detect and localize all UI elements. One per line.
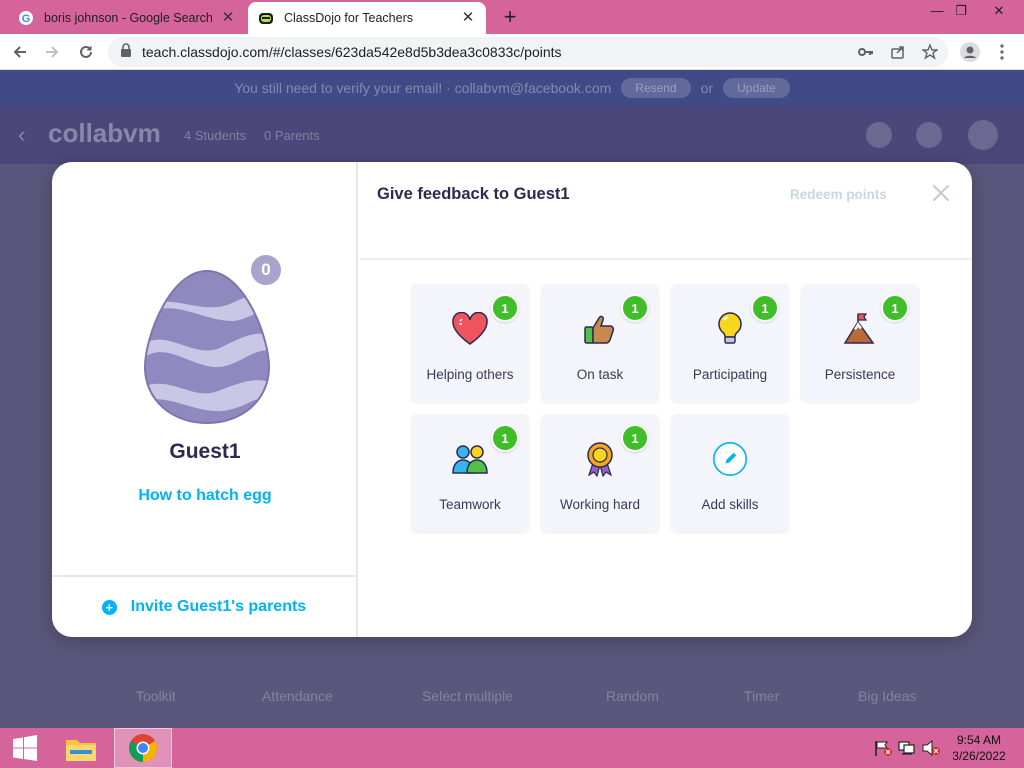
window-close-button[interactable]: ✕ xyxy=(984,0,1014,22)
classdojo-icon xyxy=(258,10,274,26)
student-name: Guest1 xyxy=(169,440,241,463)
reload-icon[interactable] xyxy=(74,40,98,64)
tab-classdojo[interactable]: ClassDojo for Teachers ✕ xyxy=(248,2,486,34)
skill-count-badge: 1 xyxy=(491,424,519,452)
timer-button[interactable]: Timer xyxy=(744,688,779,704)
chrome-icon[interactable] xyxy=(114,728,172,768)
lightbulb-icon xyxy=(712,311,748,347)
invite-parents-button[interactable]: + Invite Guest1's parents xyxy=(52,575,356,637)
skill-label: Helping others xyxy=(426,367,514,382)
key-icon[interactable] xyxy=(858,44,874,60)
browser-toolbar: teach.classdojo.com/#/classes/623da542e8… xyxy=(0,34,1024,70)
file-explorer-icon[interactable] xyxy=(52,728,110,768)
new-tab-button[interactable]: + xyxy=(498,6,522,30)
mountain-flag-icon xyxy=(842,311,878,347)
feedback-title: Give feedback to Guest1 xyxy=(377,185,570,203)
skill-count-badge: 1 xyxy=(881,294,909,322)
invite-parents-label: Invite Guest1's parents xyxy=(130,598,307,615)
skill-label: Working hard xyxy=(559,497,641,512)
award-ribbon-icon xyxy=(582,441,618,477)
big-ideas-button[interactable]: Big Ideas xyxy=(858,688,916,704)
points-badge: 0 xyxy=(248,252,284,288)
help-icon[interactable] xyxy=(916,122,942,148)
profile-avatar-icon[interactable] xyxy=(958,40,982,64)
skill-on-task[interactable]: 1 On task xyxy=(541,284,659,402)
select-multiple-button[interactable]: Select multiple xyxy=(422,688,513,704)
plus-circle-icon: + xyxy=(101,599,117,615)
skill-label: On task xyxy=(576,367,624,382)
skill-participating[interactable]: 1 Participating xyxy=(671,284,789,402)
tab-close-icon[interactable]: ✕ xyxy=(220,10,236,26)
tab-close-icon[interactable]: ✕ xyxy=(460,10,476,26)
redeem-points-button[interactable]: Redeem points xyxy=(790,187,887,202)
clock-time: 9:54 AM xyxy=(956,733,1002,747)
attendance-button[interactable]: Attendance xyxy=(262,688,333,704)
random-button[interactable]: Random xyxy=(606,688,659,704)
class-name: collabvm xyxy=(48,118,161,148)
volume-muted-icon[interactable] xyxy=(922,739,940,757)
user-avatar[interactable] xyxy=(968,120,998,150)
window-restore-button[interactable]: ❐ xyxy=(946,0,976,22)
pencil-icon xyxy=(712,441,748,477)
windows-taskbar: 9:54 AM 3/26/2022 xyxy=(0,728,1024,768)
skill-working-hard[interactable]: 1 Working hard xyxy=(541,414,659,532)
students-count[interactable]: 4 Students xyxy=(184,128,246,143)
back-chevron-icon[interactable]: ‹ xyxy=(18,122,25,148)
student-panel: 0 Guest1 How to hatch egg + Invite Guest… xyxy=(52,162,358,637)
clock-date: 3/26/2022 xyxy=(952,749,1006,763)
skill-count-badge: 1 xyxy=(621,294,649,322)
teamwork-icon xyxy=(452,441,488,477)
how-to-hatch-egg-link[interactable]: How to hatch egg xyxy=(52,487,358,505)
skill-count-badge: 1 xyxy=(491,294,519,322)
close-icon[interactable] xyxy=(930,182,952,204)
skill-label: Teamwork xyxy=(439,497,501,512)
add-skills-button[interactable]: Add skills xyxy=(671,414,789,532)
share-icon[interactable] xyxy=(890,44,906,60)
toolkit-button[interactable]: Toolkit xyxy=(136,688,176,704)
feedback-modal: 0 Guest1 How to hatch egg + Invite Guest… xyxy=(52,162,972,637)
lock-icon xyxy=(120,42,132,62)
skill-helping-others[interactable]: 1 Helping others xyxy=(411,284,529,402)
svg-text:G: G xyxy=(22,13,31,25)
tab-title: ClassDojo for Teachers xyxy=(284,11,413,25)
system-clock[interactable]: 9:54 AM 3/26/2022 xyxy=(944,732,1014,764)
thumbs-up-icon xyxy=(582,311,618,347)
skill-label: Participating xyxy=(692,367,768,382)
tab-google-search[interactable]: G boris johnson - Google Search ✕ xyxy=(8,2,246,34)
skill-label: Add skills xyxy=(701,497,759,512)
browser-menu-icon[interactable] xyxy=(990,40,1014,64)
verify-email-banner: You still need to verify your email! · c… xyxy=(0,70,1024,106)
skill-count-badge: 1 xyxy=(751,294,779,322)
bottom-toolbar: Toolkit Attendance Select multiple Rando… xyxy=(0,680,1024,716)
browser-tab-strip: G boris johnson - Google Search ✕ ClassD… xyxy=(0,0,1024,34)
divider xyxy=(360,258,972,260)
update-button[interactable]: Update xyxy=(723,78,790,98)
forward-arrow-icon[interactable] xyxy=(40,40,64,64)
action-center-flag-icon[interactable] xyxy=(874,740,892,756)
resend-button[interactable]: Resend xyxy=(621,78,691,98)
notifications-bell-icon[interactable] xyxy=(866,122,892,148)
heart-icon xyxy=(452,311,488,347)
feedback-panel: Give feedback to Guest1 Redeem points 1 … xyxy=(360,162,972,637)
tab-title: boris johnson - Google Search xyxy=(44,11,213,25)
back-arrow-icon[interactable] xyxy=(8,40,32,64)
skill-count-badge: 1 xyxy=(621,424,649,452)
skill-label: Persistence xyxy=(824,367,896,382)
skill-teamwork[interactable]: 1 Teamwork xyxy=(411,414,529,532)
skill-persistence[interactable]: 1 Persistence xyxy=(801,284,919,402)
windows-start-icon[interactable] xyxy=(0,728,50,768)
google-icon: G xyxy=(18,10,34,26)
banner-or: or xyxy=(700,80,714,96)
address-bar[interactable]: teach.classdojo.com/#/classes/623da542e8… xyxy=(108,37,948,67)
network-icon[interactable] xyxy=(898,740,916,756)
parents-count[interactable]: 0 Parents xyxy=(264,128,320,143)
class-header: ‹ collabvm 4 Students 0 Parents xyxy=(0,106,1024,164)
banner-text: You still need to verify your email! · c… xyxy=(234,80,612,96)
bookmark-star-icon[interactable] xyxy=(920,43,940,60)
url-text: teach.classdojo.com/#/classes/623da542e8… xyxy=(142,44,562,60)
egg-avatar xyxy=(142,267,272,427)
